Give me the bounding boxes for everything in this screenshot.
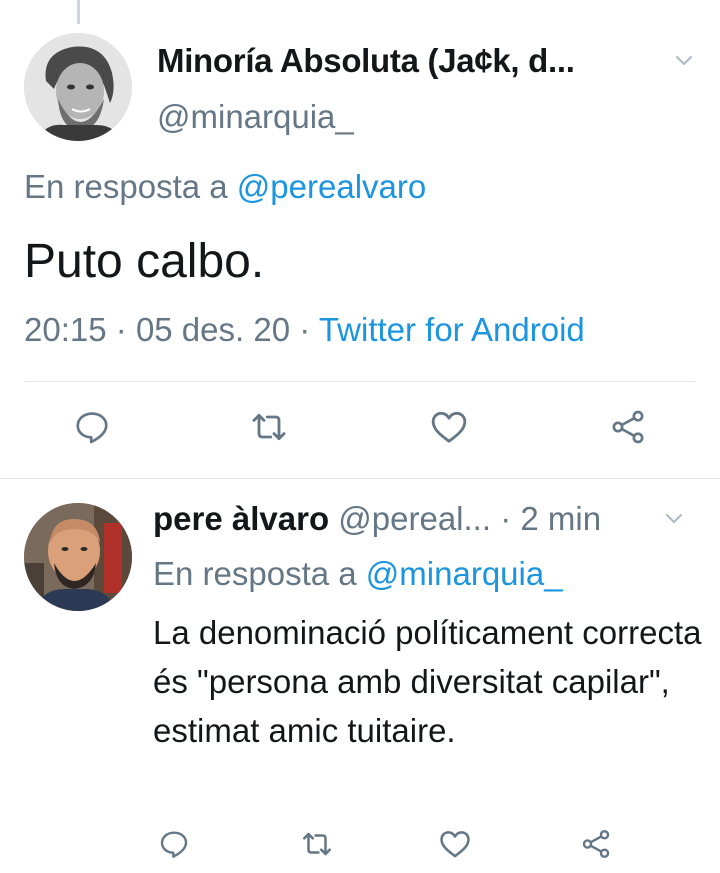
- author-display-name[interactable]: pere àlvaro: [153, 500, 329, 537]
- author-handle[interactable]: @minarquia_: [157, 98, 354, 136]
- share-icon[interactable]: [606, 405, 650, 449]
- retweet-icon[interactable]: [247, 405, 291, 449]
- chevron-down-icon[interactable]: [664, 509, 684, 529]
- main-tweet: Minoría Absoluta (Ja¢k, d... @minarquia_…: [0, 0, 720, 478]
- retweet-icon[interactable]: [295, 822, 339, 866]
- reply-to-mention[interactable]: @perealvaro: [237, 168, 426, 205]
- meta-separator: ·: [115, 311, 127, 348]
- like-icon[interactable]: [433, 822, 477, 866]
- like-icon[interactable]: [427, 405, 471, 449]
- tweet-date: 05 des. 20: [135, 311, 291, 348]
- reply-header: pere àlvaro @pereal... · 2 min: [153, 500, 601, 538]
- avatar-image: [24, 33, 132, 141]
- tweet-text: Puto calbo.: [24, 235, 265, 288]
- reply-to-mention[interactable]: @minarquia_: [366, 555, 563, 592]
- reply-context-prefix: En resposta a: [24, 168, 228, 205]
- tweet-actions: [0, 405, 720, 455]
- meta-separator: ·: [500, 500, 512, 537]
- tweet-time: 20:15: [24, 311, 107, 348]
- author-handle[interactable]: @pereal...: [338, 500, 491, 537]
- avatar[interactable]: [24, 503, 132, 611]
- reply-icon[interactable]: [152, 822, 196, 866]
- reply-icon[interactable]: [70, 405, 114, 449]
- meta-separator: ·: [299, 311, 311, 348]
- reply-context: En resposta a @minarquia_: [153, 555, 563, 593]
- author-display-name[interactable]: Minoría Absoluta (Ja¢k, d...: [157, 42, 575, 80]
- tweet-source[interactable]: Twitter for Android: [319, 311, 585, 348]
- tweet-actions: [0, 822, 720, 872]
- share-icon[interactable]: [574, 822, 618, 866]
- avatar-image: [24, 503, 132, 611]
- tweet-separator: [0, 478, 720, 479]
- divider: [24, 381, 696, 382]
- tweet-metadata: 20:15 · 05 des. 20 · Twitter for Android: [24, 311, 585, 349]
- reply-context: En resposta a @perealvaro: [24, 168, 426, 206]
- reply-context-prefix: En resposta a: [153, 555, 357, 592]
- tweet-relative-time[interactable]: 2 min: [520, 500, 601, 537]
- avatar[interactable]: [24, 33, 132, 141]
- tweet-text: La denominació políticament correcta és …: [153, 614, 702, 749]
- chevron-down-icon[interactable]: [674, 51, 694, 71]
